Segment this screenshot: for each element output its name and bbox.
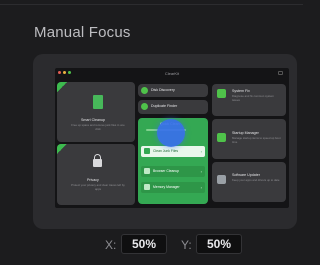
x-label: X: bbox=[105, 238, 117, 252]
chevron-right-icon: › bbox=[200, 149, 202, 154]
card-disk-discovery: Disk Discovery bbox=[138, 84, 208, 97]
preview-titlebar: ClearKit bbox=[55, 68, 289, 78]
row-label: Browser Cleanup bbox=[153, 169, 180, 173]
card-subtitle: Manage startup items to speed up boot ti… bbox=[232, 136, 281, 144]
card-subtitle: Keep your apps and drivers up to date bbox=[232, 178, 280, 182]
wrench-icon bbox=[217, 89, 226, 98]
card-startup: Startup Manager Manage startup items to … bbox=[212, 119, 286, 159]
card-duplicate-finder: Duplicate Finder bbox=[138, 100, 208, 114]
focus-point-handle[interactable] bbox=[157, 119, 185, 147]
y-coordinate-input[interactable]: 50% bbox=[196, 234, 242, 254]
card-privacy: Privacy Protect your privacy and clear t… bbox=[57, 144, 135, 205]
card-title: Privacy bbox=[87, 178, 99, 182]
green-row-1[interactable]: Clean Junk Files › bbox=[141, 146, 205, 157]
row-label: Memory Manager bbox=[153, 185, 180, 189]
row-label: Clean Junk Files bbox=[153, 149, 179, 153]
x-coordinate-input[interactable]: 50% bbox=[121, 234, 167, 254]
card-title: Duplicate Finder bbox=[151, 104, 178, 108]
window-icon bbox=[278, 71, 283, 75]
green-row-3[interactable]: Memory Manager › bbox=[141, 182, 205, 193]
y-label: Y: bbox=[181, 238, 192, 252]
rocket-icon bbox=[217, 133, 226, 142]
section-title: Manual Focus bbox=[34, 24, 131, 41]
card-title: Smart Cleanup bbox=[81, 118, 105, 122]
disk-icon bbox=[141, 87, 148, 94]
card-title: Software Updater bbox=[232, 173, 260, 177]
card-title: Disk Discovery bbox=[151, 88, 175, 92]
memory-icon bbox=[144, 184, 150, 190]
update-icon bbox=[217, 175, 226, 184]
card-software: Software Updater Keep your apps and driv… bbox=[212, 162, 286, 202]
chevron-right-icon: › bbox=[200, 185, 202, 190]
browser-icon bbox=[144, 168, 150, 174]
preview-app-title: ClearKit bbox=[164, 71, 180, 76]
card-smart-cleanup: Smart Cleanup Free up space and remove j… bbox=[57, 82, 135, 142]
green-row-2[interactable]: Browser Cleanup › bbox=[141, 166, 205, 177]
top-divider bbox=[0, 4, 303, 5]
trash-icon bbox=[144, 148, 150, 154]
card-title: System Fix bbox=[232, 89, 250, 93]
duplicate-icon bbox=[141, 103, 148, 110]
new-ribbon-icon bbox=[57, 144, 67, 154]
chevron-right-icon: › bbox=[200, 169, 202, 174]
new-ribbon-icon bbox=[57, 82, 67, 92]
card-subtitle: Protect your privacy and clear traces le… bbox=[71, 183, 125, 191]
card-subtitle: Free up space and remove junk files in o… bbox=[71, 123, 125, 131]
card-title: Startup Manager bbox=[232, 131, 259, 135]
card-system-fix: System Fix Diagnose and fix common syste… bbox=[212, 84, 286, 116]
lock-shackle-icon bbox=[94, 154, 101, 161]
card-subtitle: Diagnose and fix common system issues bbox=[232, 94, 274, 102]
cleanup-icon bbox=[93, 95, 103, 109]
